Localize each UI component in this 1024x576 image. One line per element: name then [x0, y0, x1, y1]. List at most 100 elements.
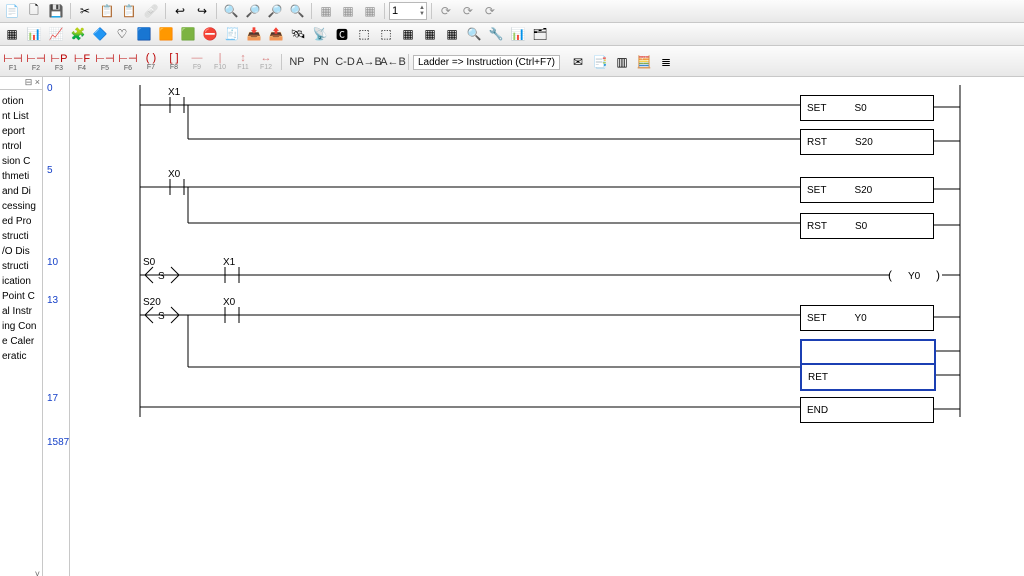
- sidebar-item-13[interactable]: /O Dis: [0, 244, 42, 259]
- device-tool-12-icon[interactable]: 📤: [266, 24, 286, 44]
- output-box-7[interactable]: END: [800, 397, 934, 423]
- sidebar-item-3[interactable]: eport: [0, 124, 42, 139]
- device-tool-10-icon[interactable]: 🧾: [222, 24, 242, 44]
- find-icon[interactable]: 🔍: [287, 1, 307, 21]
- sidebar-item-15[interactable]: structi: [0, 259, 42, 274]
- post-tool-2-icon[interactable]: ▥: [612, 52, 632, 72]
- fkey-f8[interactable]: [ ]F8: [163, 52, 185, 72]
- device-tool-1-icon[interactable]: 📊: [24, 24, 44, 44]
- sidebar-header[interactable]: ⊟ ×: [0, 77, 42, 90]
- output-box-2[interactable]: SETS20: [800, 177, 934, 203]
- fkey-f4[interactable]: ⊢FF4: [71, 52, 93, 72]
- device-tool-19-icon[interactable]: ▦: [420, 24, 440, 44]
- erase-icon[interactable]: 🩹: [141, 1, 161, 21]
- device-tool-22-icon[interactable]: 🔧: [486, 24, 506, 44]
- open-file-icon[interactable]: 🗋: [24, 1, 44, 21]
- network-spinner[interactable]: ▲▼: [389, 2, 427, 20]
- sidebar-item-11[interactable]: ed Pro: [0, 214, 42, 229]
- device-tool-11-icon[interactable]: 📥: [244, 24, 264, 44]
- device-tool-5-icon[interactable]: ♡: [112, 24, 132, 44]
- sync-icon[interactable]: ⟳: [480, 1, 500, 21]
- compile-3-icon[interactable]: ▦: [360, 1, 380, 21]
- pill-4[interactable]: A←B: [382, 56, 404, 68]
- cut-icon[interactable]: ✂: [75, 1, 95, 21]
- device-tool-0-icon[interactable]: ▦: [2, 24, 22, 44]
- sidebar-item-9[interactable]: and Di: [0, 184, 42, 199]
- ladder-canvas[interactable]: SS(Y0) X1X0S0X1S20X0SETS0RSTS20SETS20RST…: [70, 77, 1024, 576]
- sidebar-item-16[interactable]: ication: [0, 274, 42, 289]
- sidebar-item-6[interactable]: ntrol: [0, 139, 42, 154]
- fkey-f3[interactable]: ⊢PF3: [48, 52, 70, 72]
- sidebar-item-20[interactable]: e Caler: [0, 334, 42, 349]
- device-tool-7-icon[interactable]: 🟧: [156, 24, 176, 44]
- fkey-f9[interactable]: —F9: [186, 52, 208, 72]
- pill-3[interactable]: A→B: [358, 56, 380, 68]
- sidebar-item-17[interactable]: Point C: [0, 289, 42, 304]
- sidebar-item-19[interactable]: ing Con: [0, 319, 42, 334]
- post-tool-1-icon[interactable]: 📑: [590, 52, 610, 72]
- device-tool-2-icon[interactable]: 📈: [46, 24, 66, 44]
- redo-icon[interactable]: ↪: [192, 1, 212, 21]
- sidebar-item-7[interactable]: sion C: [0, 154, 42, 169]
- output-box-6[interactable]: RET: [800, 363, 936, 391]
- pill-2[interactable]: C-D: [334, 56, 356, 68]
- device-tool-13-icon[interactable]: 🛰: [288, 24, 308, 44]
- sidebar-item-8[interactable]: thmeti: [0, 169, 42, 184]
- post-tool-0-icon[interactable]: ✉: [568, 52, 588, 72]
- copy-icon[interactable]: 📋: [97, 1, 117, 21]
- save-icon[interactable]: 💾: [46, 1, 66, 21]
- device-tool-17-icon[interactable]: ⬚: [376, 24, 396, 44]
- new-file-icon[interactable]: 📄: [2, 1, 22, 21]
- sidebar-item-18[interactable]: al Instr: [0, 304, 42, 319]
- undo-icon[interactable]: ↩: [170, 1, 190, 21]
- device-tool-8-icon[interactable]: 🟩: [178, 24, 198, 44]
- device-tool-15-icon[interactable]: 🅲: [332, 24, 352, 44]
- device-tool-20-icon[interactable]: ▦: [442, 24, 462, 44]
- fkey-f7[interactable]: ( )F7: [140, 52, 162, 72]
- zoom-in-icon[interactable]: 🔎: [243, 1, 263, 21]
- post-tool-3-icon[interactable]: 🧮: [634, 52, 654, 72]
- pill-0[interactable]: NP: [286, 56, 308, 68]
- fkey-f11[interactable]: ↕F11: [232, 52, 254, 72]
- pill-1[interactable]: PN: [310, 56, 332, 68]
- fkey-f10[interactable]: |F10: [209, 52, 231, 72]
- fkey-f1[interactable]: ⊢⊣F1: [2, 52, 24, 72]
- network-spinner-input[interactable]: [390, 5, 418, 17]
- sidebar-item-21[interactable]: eratic: [0, 349, 42, 364]
- device-tool-3-icon[interactable]: 🧩: [68, 24, 88, 44]
- compile-2-icon[interactable]: ▦: [338, 1, 358, 21]
- project-sidebar[interactable]: ⊟ × otionnt Listeportntrolsion Cthmetian…: [0, 77, 43, 576]
- sidebar-item-12[interactable]: structi: [0, 229, 42, 244]
- ladder-to-instruction-button[interactable]: Ladder => Instruction (Ctrl+F7): [413, 55, 560, 70]
- device-tool-16-icon[interactable]: ⬚: [354, 24, 374, 44]
- device-tool-9-icon[interactable]: ⛔: [200, 24, 220, 44]
- sidebar-item-1[interactable]: otion: [0, 94, 42, 109]
- device-tool-6-icon[interactable]: 🟦: [134, 24, 154, 44]
- contact-label-s0: S0: [143, 257, 155, 268]
- fkey-f5[interactable]: ⊢⊣F5: [94, 52, 116, 72]
- output-box-4[interactable]: SETY0: [800, 305, 934, 331]
- refresh-icon[interactable]: ⟳: [436, 1, 456, 21]
- online-icon[interactable]: ⟳: [458, 1, 478, 21]
- output-box-3[interactable]: RSTS0: [800, 213, 934, 239]
- post-tool-4-icon[interactable]: ≣: [656, 52, 676, 72]
- device-tool-14-icon[interactable]: 📡: [310, 24, 330, 44]
- device-tool-24-icon[interactable]: 🗂: [530, 24, 550, 44]
- device-tool-21-icon[interactable]: 🔍: [464, 24, 484, 44]
- device-tool-18-icon[interactable]: ▦: [398, 24, 418, 44]
- zoom-fit-icon[interactable]: 🔍: [221, 1, 241, 21]
- fkey-f6[interactable]: ⊢⊣F6: [117, 52, 139, 72]
- fkey-f12[interactable]: ↔F12: [255, 52, 277, 72]
- paste-icon[interactable]: 📋: [119, 1, 139, 21]
- zoom-out-icon[interactable]: 🔎: [265, 1, 285, 21]
- sidebar-item-2[interactable]: nt List: [0, 109, 42, 124]
- fkey-f2[interactable]: ⊢⊣F2: [25, 52, 47, 72]
- gutter-row-13: 13: [43, 295, 58, 306]
- compile-1-icon[interactable]: ▦: [316, 1, 336, 21]
- output-box-1[interactable]: RSTS20: [800, 129, 934, 155]
- output-box-0[interactable]: SETS0: [800, 95, 934, 121]
- device-tool-23-icon[interactable]: 📊: [508, 24, 528, 44]
- sidebar-item-10[interactable]: cessing: [0, 199, 42, 214]
- device-tool-4-icon[interactable]: 🔷: [90, 24, 110, 44]
- sidebar-scroll-down-icon[interactable]: ˅: [35, 569, 40, 576]
